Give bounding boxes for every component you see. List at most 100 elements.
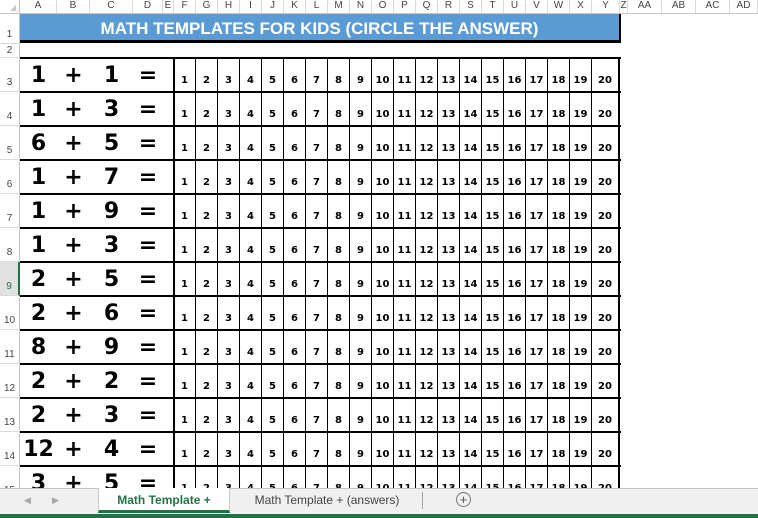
answer-choice-cell[interactable]: 17 [526, 262, 548, 296]
answer-choice-cell[interactable]: 11 [394, 432, 416, 466]
answer-choice-cell[interactable]: 16 [504, 330, 526, 364]
answer-choice-cell[interactable]: 7 [306, 296, 328, 330]
column-header-h[interactable]: H [218, 0, 240, 13]
answer-choice-cell[interactable]: 16 [504, 364, 526, 398]
answer-choice-cell[interactable]: 11 [394, 398, 416, 432]
answer-choice-cell[interactable]: 8 [328, 330, 350, 364]
answer-choice-cell[interactable]: 6 [284, 160, 306, 194]
answer-choice-cell[interactable]: 3 [218, 58, 240, 92]
answer-choice-cell[interactable]: 8 [328, 228, 350, 262]
answer-choice-cell[interactable]: 17 [526, 364, 548, 398]
answer-choice-cell[interactable]: 3 [218, 160, 240, 194]
answer-choice-cell[interactable]: 10 [372, 126, 394, 160]
row-header-9[interactable]: 9 [0, 262, 20, 296]
answer-choice-cell[interactable]: 20 [592, 228, 620, 262]
column-header-w[interactable]: W [548, 0, 570, 13]
answer-choice-cell[interactable]: 19 [570, 126, 592, 160]
answer-choice-cell[interactable]: 7 [306, 92, 328, 126]
answer-choice-cell[interactable]: 14 [460, 92, 482, 126]
answer-choice-cell[interactable]: 15 [482, 398, 504, 432]
column-header-x[interactable]: X [570, 0, 592, 13]
answer-choice-cell[interactable]: 20 [592, 160, 620, 194]
answer-choice-cell[interactable]: 12 [416, 262, 438, 296]
answer-choice-cell[interactable]: 11 [394, 160, 416, 194]
answer-choice-cell[interactable]: 3 [218, 92, 240, 126]
row-header-2[interactable]: 2 [0, 44, 20, 58]
answer-choice-cell[interactable]: 12 [416, 296, 438, 330]
answer-choice-cell[interactable]: 18 [548, 194, 570, 228]
column-header-k[interactable]: K [284, 0, 306, 13]
answer-choice-cell[interactable]: 1 [174, 194, 196, 228]
answer-choice-cell[interactable]: 19 [570, 330, 592, 364]
answer-choice-cell[interactable]: 5 [262, 330, 284, 364]
answer-choice-cell[interactable]: 4 [240, 432, 262, 466]
answer-choice-cell[interactable]: 20 [592, 92, 620, 126]
answer-choice-cell[interactable]: 1 [174, 398, 196, 432]
answer-choice-cell[interactable]: 11 [394, 58, 416, 92]
answer-choice-cell[interactable]: 7 [306, 364, 328, 398]
answer-choice-cell[interactable]: 19 [570, 194, 592, 228]
answer-choice-cell[interactable]: 4 [240, 160, 262, 194]
answer-choice-cell[interactable]: 10 [372, 58, 394, 92]
answer-choice-cell[interactable]: 16 [504, 160, 526, 194]
answer-choice-cell[interactable]: 6 [284, 398, 306, 432]
answer-choice-cell[interactable]: 3 [218, 364, 240, 398]
answer-choice-cell[interactable]: 13 [438, 262, 460, 296]
answer-choice-cell[interactable]: 14 [460, 194, 482, 228]
answer-choice-cell[interactable]: 6 [284, 92, 306, 126]
answer-choice-cell[interactable]: 1 [174, 262, 196, 296]
column-header-u[interactable]: U [504, 0, 526, 13]
answer-choice-cell[interactable]: 1 [174, 228, 196, 262]
answer-choice-cell[interactable]: 6 [284, 364, 306, 398]
answer-choice-cell[interactable]: 14 [460, 296, 482, 330]
answer-choice-cell[interactable]: 2 [196, 432, 218, 466]
answer-choice-cell[interactable]: 17 [526, 296, 548, 330]
answer-choice-cell[interactable]: 6 [284, 432, 306, 466]
answer-choice-cell[interactable]: 20 [592, 194, 620, 228]
answer-choice-cell[interactable]: 2 [196, 228, 218, 262]
answer-choice-cell[interactable]: 17 [526, 432, 548, 466]
answer-choice-cell[interactable]: 11 [394, 194, 416, 228]
answer-choice-cell[interactable]: 20 [592, 126, 620, 160]
answer-choice-cell[interactable]: 15 [482, 296, 504, 330]
answer-choice-cell[interactable]: 5 [262, 364, 284, 398]
answer-choice-cell[interactable]: 16 [504, 126, 526, 160]
answer-choice-cell[interactable]: 20 [592, 58, 620, 92]
answer-choice-cell[interactable]: 16 [504, 228, 526, 262]
answer-choice-cell[interactable]: 2 [196, 126, 218, 160]
row-header-5[interactable]: 5 [0, 126, 20, 160]
row-header-1[interactable]: 1 [0, 14, 20, 44]
column-header-b[interactable]: B [57, 0, 90, 13]
column-header-e[interactable]: E [163, 0, 174, 13]
answer-choice-cell[interactable]: 7 [306, 126, 328, 160]
answer-choice-cell[interactable]: 1 [174, 364, 196, 398]
answer-choice-cell[interactable]: 8 [328, 262, 350, 296]
answer-choice-cell[interactable]: 9 [350, 262, 372, 296]
column-header-ad[interactable]: AD [730, 0, 758, 13]
answer-choice-cell[interactable]: 11 [394, 126, 416, 160]
answer-choice-cell[interactable]: 10 [372, 160, 394, 194]
tab-math-template-answers[interactable]: Math Template + (answers) [232, 488, 422, 513]
row-header-8[interactable]: 8 [0, 228, 20, 262]
next-sheet-icon[interactable]: ▶ [52, 495, 59, 506]
answer-choice-cell[interactable]: 4 [240, 262, 262, 296]
answer-choice-cell[interactable]: 16 [504, 58, 526, 92]
answer-choice-cell[interactable]: 17 [526, 126, 548, 160]
answer-choice-cell[interactable]: 14 [460, 364, 482, 398]
answer-choice-cell[interactable]: 20 [592, 398, 620, 432]
answer-choice-cell[interactable]: 10 [372, 228, 394, 262]
answer-choice-cell[interactable]: 9 [350, 126, 372, 160]
answer-choice-cell[interactable]: 5 [262, 262, 284, 296]
answer-choice-cell[interactable]: 15 [482, 364, 504, 398]
column-header-y[interactable]: Y [592, 0, 620, 13]
answer-choice-cell[interactable]: 11 [394, 364, 416, 398]
column-header-f[interactable]: F [174, 0, 196, 13]
answer-choice-cell[interactable]: 8 [328, 160, 350, 194]
answer-choice-cell[interactable]: 5 [262, 398, 284, 432]
answer-choice-cell[interactable]: 10 [372, 432, 394, 466]
answer-choice-cell[interactable]: 7 [306, 194, 328, 228]
answer-choice-cell[interactable]: 15 [482, 92, 504, 126]
answer-choice-cell[interactable]: 9 [350, 160, 372, 194]
answer-choice-cell[interactable]: 12 [416, 92, 438, 126]
answer-choice-cell[interactable]: 13 [438, 228, 460, 262]
